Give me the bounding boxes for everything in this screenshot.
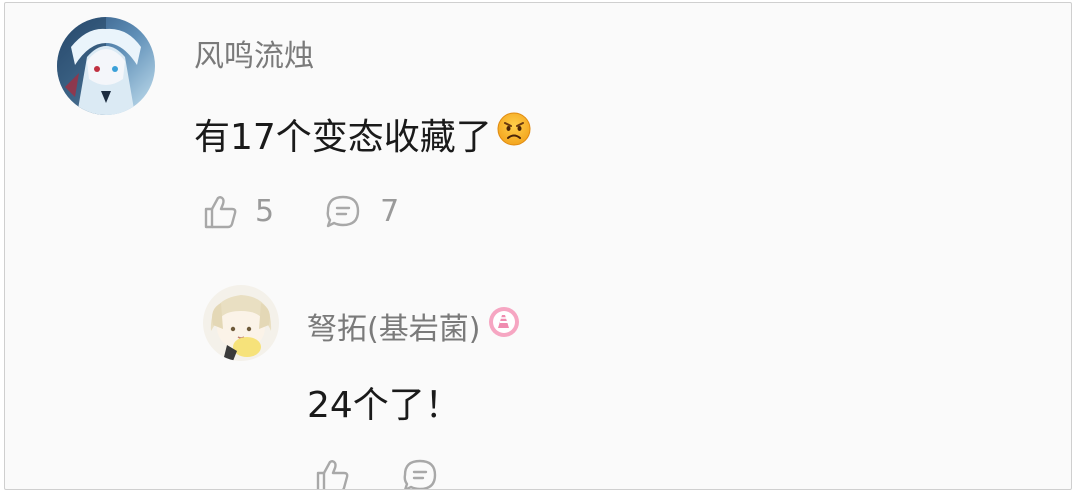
reply-comment: 弩拓(基岩菌) 24个了！	[5, 263, 1071, 489]
reply-avatar[interactable]	[203, 285, 279, 361]
like-count: 5	[255, 194, 275, 229]
reply-count: 7	[380, 194, 400, 229]
thumbs-up-icon	[316, 460, 349, 489]
reply-button[interactable]: 7	[324, 193, 399, 231]
comment-username[interactable]: 风鸣流烛	[194, 37, 314, 77]
avatar[interactable]	[57, 17, 155, 115]
reply-text: 24个了！	[307, 385, 461, 426]
reply-username-text: 弩拓(基岩菌)	[307, 312, 481, 347]
thumbs-up-icon	[204, 196, 237, 229]
comment-actions: 5 7	[201, 193, 399, 231]
comment-bubble-icon	[326, 195, 360, 228]
comment-bubble-icon	[403, 459, 437, 489]
reply-username[interactable]: 弩拓(基岩菌)	[307, 306, 520, 352]
comment-text-body: 有17个变态收藏了	[194, 117, 492, 158]
comment: 风鸣流烛 有17个变态收藏了 5 7	[5, 3, 1071, 263]
reply-reply-button[interactable]	[401, 457, 439, 489]
like-button[interactable]: 5	[201, 193, 274, 231]
reply-actions	[313, 457, 439, 489]
level-badge-icon	[488, 306, 520, 349]
angry-face-icon	[496, 111, 532, 159]
comment-thread: 风鸣流烛 有17个变态收藏了 5 7 弩拓(基岩菌) 24个了！	[4, 2, 1072, 490]
reply-like-button[interactable]	[313, 457, 351, 489]
comment-text: 有17个变态收藏了	[194, 112, 532, 163]
